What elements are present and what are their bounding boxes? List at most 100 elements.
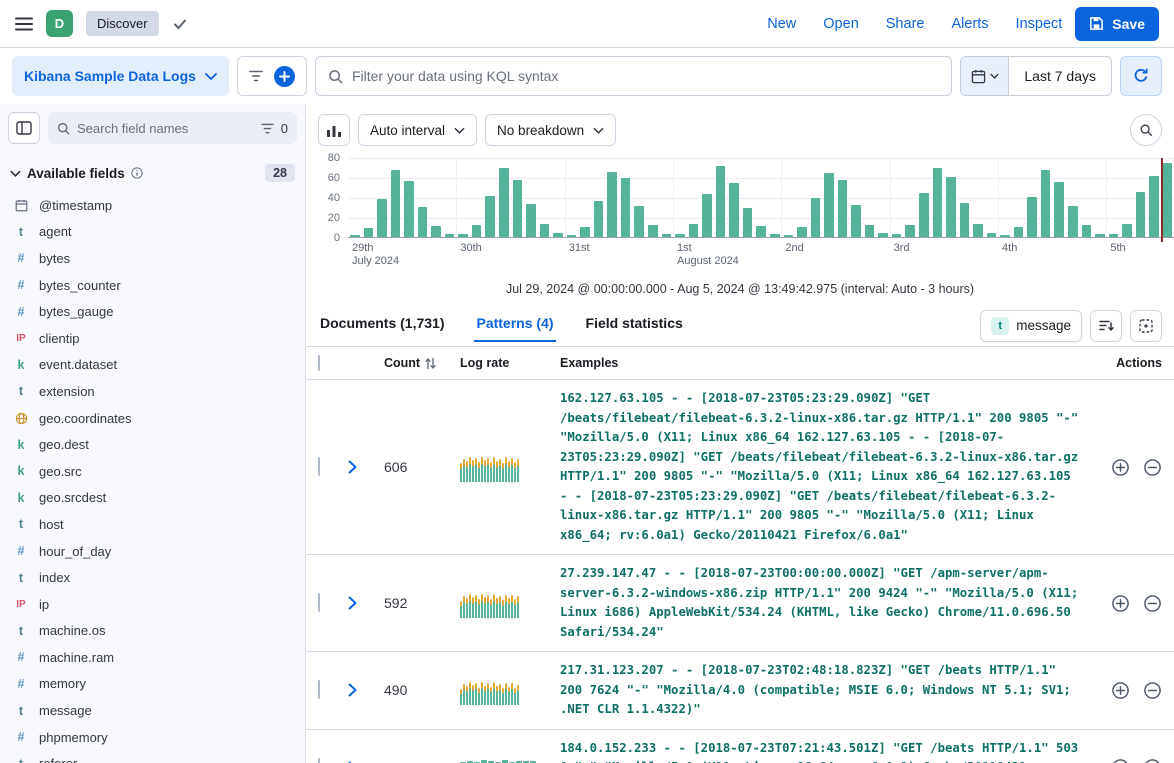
histogram-bar[interactable] xyxy=(905,225,915,237)
histogram-bar[interactable] xyxy=(458,234,468,237)
field-list-item[interactable]: k geo.srcdest xyxy=(6,485,299,512)
histogram-bar[interactable] xyxy=(743,208,753,237)
histogram-bar[interactable] xyxy=(838,180,848,237)
histogram-bar[interactable] xyxy=(784,235,794,237)
histogram-bar[interactable] xyxy=(431,226,441,237)
filter-for-pattern-button[interactable] xyxy=(1111,594,1130,613)
pattern-field-selector[interactable]: t message xyxy=(980,310,1082,342)
nav-share[interactable]: Share xyxy=(886,16,925,32)
histogram-bar[interactable] xyxy=(851,205,861,237)
histogram-bar[interactable] xyxy=(1014,227,1024,237)
histogram-bar[interactable] xyxy=(892,234,902,237)
field-list-item[interactable]: t host xyxy=(6,511,299,538)
filter-out-pattern-button[interactable] xyxy=(1143,758,1162,763)
histogram-bar[interactable] xyxy=(580,227,590,237)
field-list-item[interactable]: t message xyxy=(6,697,299,724)
histogram-bar[interactable] xyxy=(797,227,807,237)
interval-select[interactable]: Auto interval xyxy=(358,114,477,146)
field-list-item[interactable]: k event.dataset xyxy=(6,352,299,379)
histogram-bar[interactable] xyxy=(1068,206,1078,237)
histogram-bar[interactable] xyxy=(1000,235,1010,237)
count-column-header[interactable]: Count xyxy=(384,356,460,370)
expand-row-button[interactable] xyxy=(348,460,384,474)
filter-for-pattern-button[interactable] xyxy=(1111,458,1130,477)
histogram-bar[interactable] xyxy=(865,225,875,237)
field-list-item[interactable]: t index xyxy=(6,564,299,591)
field-list-item[interactable]: t extension xyxy=(6,378,299,405)
nav-open[interactable]: Open xyxy=(823,16,858,32)
histogram-bar[interactable] xyxy=(1136,192,1146,237)
field-list-item[interactable]: t referer xyxy=(6,750,299,763)
field-list-item[interactable]: # bytes_gauge xyxy=(6,298,299,325)
field-search-input[interactable]: Search field names 0 xyxy=(48,112,297,144)
histogram-bar[interactable] xyxy=(1054,182,1064,237)
nav-inspect[interactable]: Inspect xyxy=(1016,16,1063,32)
histogram-bar[interactable] xyxy=(662,234,672,237)
field-list-item[interactable]: # hour_of_day xyxy=(6,538,299,565)
nav-new[interactable]: New xyxy=(767,16,796,32)
histogram-bar[interactable] xyxy=(756,226,766,237)
field-filter-icon[interactable] xyxy=(261,123,274,134)
field-list-item[interactable]: # bytes_counter xyxy=(6,272,299,299)
histogram-bar[interactable] xyxy=(1027,197,1037,237)
histogram-bar[interactable] xyxy=(445,234,455,237)
histogram-bar[interactable] xyxy=(973,224,983,237)
histogram-bar[interactable] xyxy=(1082,225,1092,237)
histogram-bar[interactable] xyxy=(404,181,414,237)
row-checkbox[interactable] xyxy=(318,593,320,612)
histogram-bar[interactable] xyxy=(594,201,604,237)
field-list-item[interactable]: # bytes xyxy=(6,245,299,272)
breakdown-select[interactable]: No breakdown xyxy=(485,114,616,146)
field-list-item[interactable]: # memory xyxy=(6,671,299,698)
time-range-button[interactable]: Last 7 days xyxy=(1009,57,1111,95)
available-fields-header[interactable]: Available fields 28 xyxy=(0,152,305,190)
histogram-bar[interactable] xyxy=(350,235,360,237)
field-list-item[interactable]: t agent xyxy=(6,219,299,246)
field-list-item[interactable]: k geo.dest xyxy=(6,431,299,458)
histogram-bar[interactable] xyxy=(824,173,834,237)
filter-out-pattern-button[interactable] xyxy=(1143,594,1162,613)
sort-options-button[interactable] xyxy=(1090,310,1122,342)
histogram-bar[interactable] xyxy=(729,183,739,237)
histogram-bar[interactable] xyxy=(418,207,428,237)
histogram-bar[interactable] xyxy=(675,234,685,237)
histogram-bar[interactable] xyxy=(1122,224,1132,237)
histogram-bar[interactable] xyxy=(377,199,387,237)
histogram-bar[interactable] xyxy=(987,233,997,237)
expand-row-button[interactable] xyxy=(348,596,384,610)
density-options-button[interactable] xyxy=(1130,310,1162,342)
select-all-checkbox[interactable] xyxy=(318,355,320,371)
refresh-button[interactable] xyxy=(1120,56,1162,96)
histogram-bar[interactable] xyxy=(553,233,563,237)
histogram-bar[interactable] xyxy=(391,170,401,237)
filter-out-pattern-button[interactable] xyxy=(1143,681,1162,700)
histogram-bar[interactable] xyxy=(621,178,631,237)
histogram-bar[interactable] xyxy=(364,228,374,237)
expand-row-button[interactable] xyxy=(348,683,384,697)
histogram-bar[interactable] xyxy=(634,206,644,237)
field-list-item[interactable]: k geo.src xyxy=(6,458,299,485)
nav-alerts[interactable]: Alerts xyxy=(951,16,988,32)
row-checkbox[interactable] xyxy=(318,680,320,699)
histogram-bar[interactable] xyxy=(648,225,658,237)
histogram-bar[interactable] xyxy=(607,172,617,237)
histogram-bar[interactable] xyxy=(526,204,536,237)
histogram-bar[interactable] xyxy=(499,168,509,237)
field-list-item[interactable]: geo.coordinates xyxy=(6,405,299,432)
field-list-item[interactable]: IP ip xyxy=(6,591,299,618)
histogram-bar[interactable] xyxy=(567,235,577,237)
filter-icon[interactable] xyxy=(249,70,263,82)
breadcrumb[interactable]: Discover xyxy=(86,11,159,36)
tab-field-statistics[interactable]: Field statistics xyxy=(584,309,685,342)
hamburger-menu-icon[interactable] xyxy=(15,17,33,31)
row-checkbox[interactable] xyxy=(318,758,320,763)
histogram-bar[interactable] xyxy=(716,166,726,237)
data-view-picker[interactable]: Kibana Sample Data Logs xyxy=(12,56,229,96)
histogram-bar[interactable] xyxy=(1149,176,1159,237)
histogram-bar[interactable] xyxy=(946,177,956,237)
filter-for-pattern-button[interactable] xyxy=(1111,681,1130,700)
field-list-item[interactable]: IP clientip xyxy=(6,325,299,352)
filter-out-pattern-button[interactable] xyxy=(1143,458,1162,477)
field-list-item[interactable]: # machine.ram xyxy=(6,644,299,671)
histogram-bar[interactable] xyxy=(1109,234,1119,237)
